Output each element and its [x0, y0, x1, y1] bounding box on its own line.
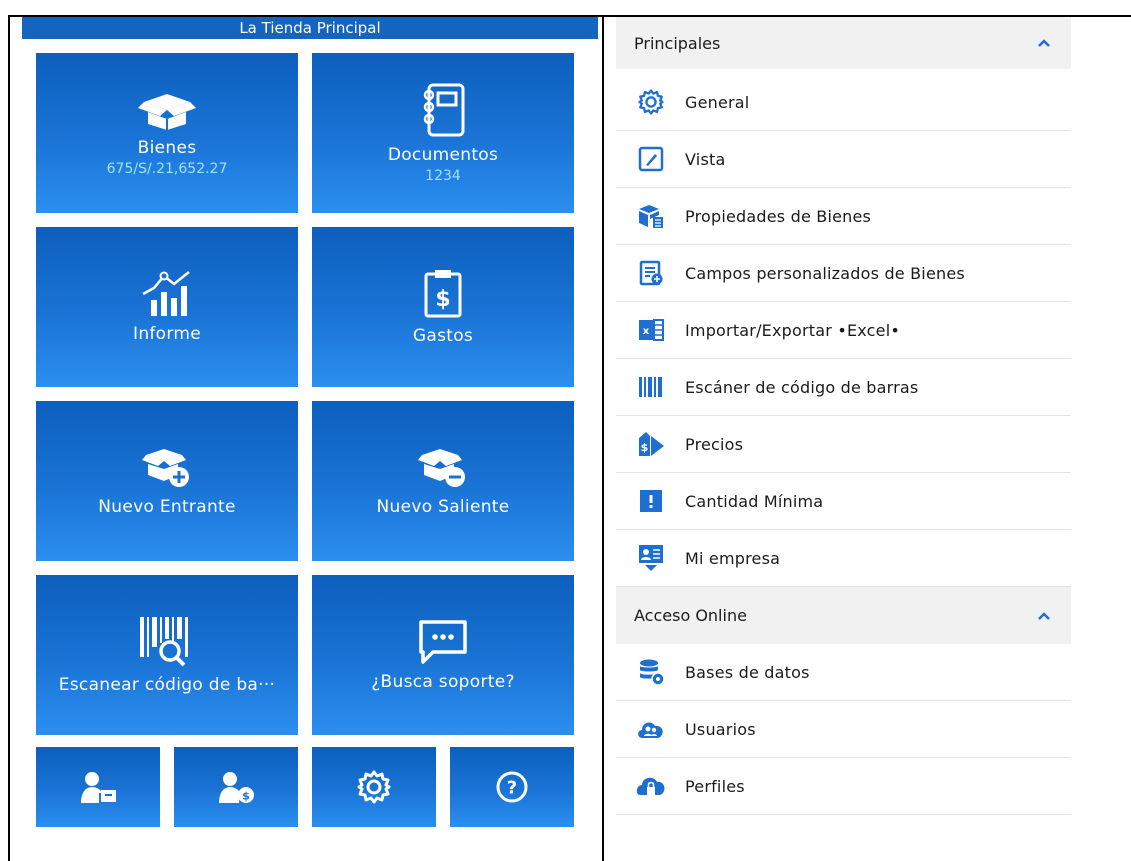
nuevo-entrante-tile[interactable]: Nuevo Entrante: [36, 401, 298, 561]
menu-item-label: Precios: [685, 434, 744, 454]
alert-icon: [634, 486, 668, 516]
menu-item-label: General: [685, 92, 750, 112]
menu-item-label: Bases de datos: [685, 662, 810, 682]
nuevo-saliente-label: Nuevo Saliente: [376, 497, 510, 517]
clipboard-dollar-icon: $: [423, 268, 463, 318]
soporte-tile[interactable]: ¿Busca soporte?: [312, 575, 574, 735]
svg-text:$: $: [641, 441, 649, 454]
notebook-icon: [421, 83, 465, 137]
menu-item-propiedades-de-bienes[interactable]: Propiedades de Bienes: [616, 188, 1071, 245]
section-acceso-online-header[interactable]: Acceso Online: [616, 587, 1071, 644]
chat-icon: [417, 618, 469, 664]
suppliers-button[interactable]: $: [174, 747, 298, 827]
documentos-label: Documentos: [387, 144, 499, 165]
menu-item-general[interactable]: General: [616, 74, 1071, 131]
escanear-tile[interactable]: Escanear código de ba···: [36, 575, 298, 735]
menu-item-mi-empresa[interactable]: Mi empresa: [616, 530, 1071, 587]
user-money-icon: $: [217, 771, 255, 803]
dashboard-panel: La Tienda Principal Bienes 675/S/.21,652…: [10, 17, 602, 861]
menu-item-bases-de-datos[interactable]: Bases de datos: [616, 644, 1071, 701]
gastos-tile[interactable]: $ Gastos: [312, 227, 574, 387]
excel-icon: x: [634, 315, 668, 345]
frame-divider-line: [602, 15, 604, 861]
nuevo-saliente-tile[interactable]: Nuevo Saliente: [312, 401, 574, 561]
gastos-label: Gastos: [412, 326, 474, 346]
user-box-icon: [79, 771, 117, 803]
database-icon: [634, 657, 668, 687]
customers-button[interactable]: [36, 747, 160, 827]
menu-item-label: Cantidad Mínima: [685, 491, 824, 511]
barcode-search-icon: [138, 615, 196, 667]
menu-item-precios[interactable]: $ Precios: [616, 416, 1071, 473]
box-remove-icon: [418, 445, 468, 489]
menu-item-campos-personalizados[interactable]: Campos personalizados de Bienes: [616, 245, 1071, 302]
box-add-icon: [142, 445, 192, 489]
bienes-label: Bienes: [137, 137, 197, 158]
menu-item-perfiles[interactable]: Perfiles: [616, 758, 1071, 815]
barcode-icon: [634, 372, 668, 402]
menu-item-label: Mi empresa: [685, 548, 781, 568]
section-principales-title: Principales: [634, 33, 721, 53]
nuevo-entrante-label: Nuevo Entrante: [98, 497, 236, 517]
help-button[interactable]: ?: [450, 747, 574, 827]
gear-icon: [634, 87, 668, 117]
bienes-summary: 675/S/.21,652.27: [106, 160, 228, 177]
menu-item-usuarios[interactable]: Usuarios: [616, 701, 1071, 758]
settings-panel: Principales General Vista Propiedades de…: [616, 17, 1071, 815]
menu-item-cantidad-minima[interactable]: Cantidad Mínima: [616, 473, 1071, 530]
menu-item-label: Campos personalizados de Bienes: [685, 263, 965, 283]
escanear-label: Escanear código de ba···: [58, 675, 276, 695]
section-principales-header[interactable]: Principales: [616, 17, 1071, 69]
boxes-icon: [634, 201, 668, 231]
price-tag-icon: $: [634, 429, 668, 459]
form-add-icon: [634, 258, 668, 288]
profile-lock-icon: [634, 771, 668, 801]
svg-text:x: x: [643, 326, 650, 337]
gear-icon: [357, 770, 391, 804]
company-icon: [634, 543, 668, 573]
section-acceso-online-title: Acceso Online: [634, 606, 747, 625]
soporte-label: ¿Busca soporte?: [371, 672, 515, 692]
menu-item-label: Escáner de código de barras: [685, 377, 919, 397]
svg-text:$: $: [242, 790, 250, 803]
menu-item-label: Perfiles: [685, 776, 745, 796]
menu-item-label: Propiedades de Bienes: [685, 206, 872, 226]
svg-text:$: $: [435, 287, 450, 312]
chart-icon: [141, 270, 193, 316]
chevron-up-icon: [1038, 39, 1050, 47]
menu-item-label: Vista: [685, 149, 726, 169]
menu-item-importar-exportar[interactable]: x Importar/Exportar •Excel•: [616, 302, 1071, 359]
menu-item-escaner[interactable]: Escáner de código de barras: [616, 359, 1071, 416]
menu-item-label: Usuarios: [685, 719, 756, 739]
box-icon: [138, 90, 196, 130]
informe-tile[interactable]: Informe: [36, 227, 298, 387]
brush-icon: [634, 144, 668, 174]
settings-button[interactable]: [312, 747, 436, 827]
chevron-up-icon: [1038, 611, 1050, 620]
menu-item-label: Importar/Exportar •Excel•: [685, 320, 900, 340]
users-cloud-icon: [634, 714, 668, 744]
svg-text:?: ?: [507, 778, 517, 799]
store-title: La Tienda Principal: [22, 17, 598, 39]
documentos-tile[interactable]: Documentos 1234: [312, 53, 574, 213]
help-icon: ?: [495, 770, 529, 804]
bienes-tile[interactable]: Bienes 675/S/.21,652.27: [36, 53, 298, 213]
documentos-count: 1234: [425, 167, 461, 184]
informe-label: Informe: [133, 324, 201, 344]
menu-item-vista[interactable]: Vista: [616, 131, 1071, 188]
